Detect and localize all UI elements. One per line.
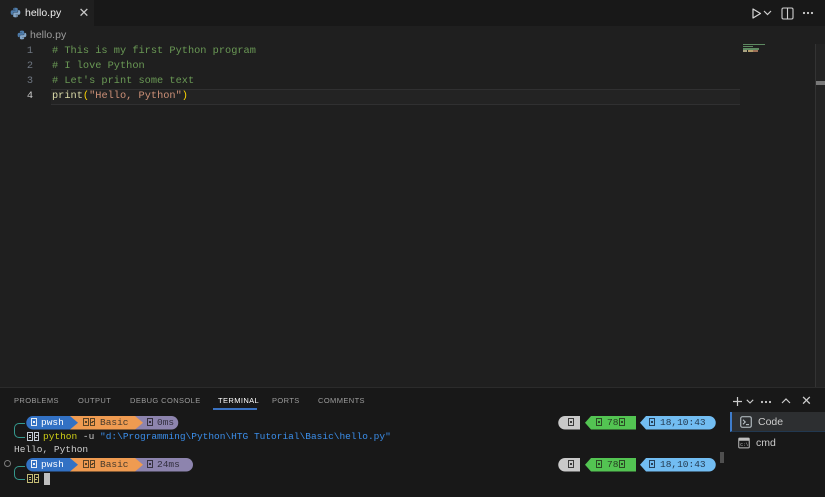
svg-text:C:\: C:\ <box>740 442 748 448</box>
